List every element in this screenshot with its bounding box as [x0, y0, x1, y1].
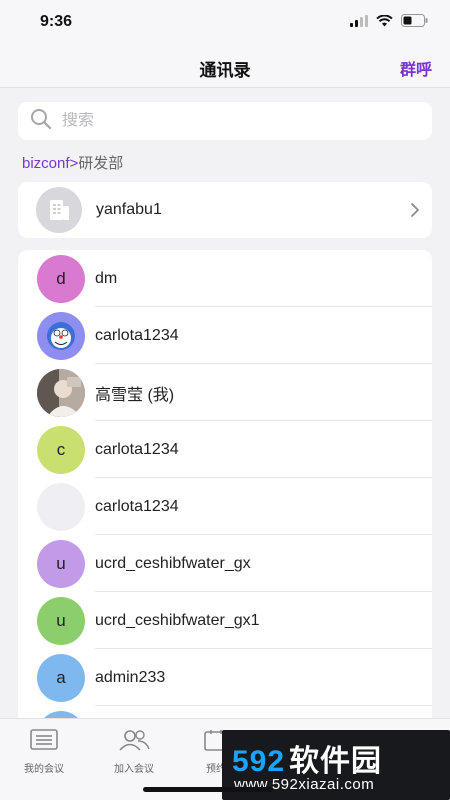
contact-row[interactable]: c carlota1234 — [18, 421, 432, 478]
breadcrumb-separator: > — [69, 155, 79, 172]
contact-name: carlota1234 — [95, 497, 179, 515]
search-icon — [30, 108, 52, 135]
watermark-brand-cn: 软件园 — [289, 745, 383, 778]
contact-row[interactable]: 高雪莹 (我) — [18, 364, 432, 421]
avatar: a — [37, 653, 85, 702]
signal-icon — [350, 14, 368, 32]
wifi-icon — [376, 14, 393, 32]
cartoon-avatar-icon — [47, 321, 75, 350]
meeting-list-icon — [30, 729, 58, 755]
tab-label: 加入会议 — [114, 764, 154, 775]
department-name: yanfabu1 — [96, 201, 162, 218]
avatar: c — [37, 425, 85, 474]
avatar — [37, 482, 85, 531]
contact-row[interactable]: d dm — [18, 250, 432, 307]
tab-join-meeting[interactable]: 加入会议 — [94, 729, 174, 775]
contact-name: ucrd_ceshibfwater_gx1 — [95, 611, 260, 629]
contact-name: admin233 — [95, 668, 166, 686]
contact-row[interactable]: u ucrd_ceshibfwater_gx1 — [18, 592, 432, 649]
chevron-right-icon — [410, 202, 420, 223]
photo-avatar-icon — [37, 368, 85, 417]
search-bar[interactable] — [18, 102, 432, 140]
watermark-number: 592 — [232, 745, 286, 778]
avatar — [37, 368, 85, 417]
breadcrumb: bizconf>研发部 — [22, 152, 123, 173]
contact-row[interactable]: carlota1234 — [18, 478, 432, 535]
contact-row[interactable]: a admin233 — [18, 649, 432, 706]
search-input[interactable] — [62, 112, 402, 130]
avatar: d — [37, 254, 85, 303]
join-meeting-icon — [118, 730, 150, 755]
contact-name: carlota1234 — [95, 440, 179, 458]
contact-name: carlota1234 — [95, 326, 179, 344]
tab-my-meetings[interactable]: 我的会议 — [4, 729, 84, 775]
breadcrumb-root[interactable]: bizconf> — [22, 155, 78, 172]
contact-row[interactable]: carlota1234 — [18, 307, 432, 364]
status-icons — [350, 14, 428, 32]
breadcrumb-root-label: bizconf — [22, 155, 70, 172]
contact-name: 高雪莹 (我) — [95, 386, 175, 404]
battery-icon — [401, 14, 428, 32]
contact-list: d dm carlota1234 高雪莹 (我) c carlota1234 c… — [18, 250, 432, 730]
contact-name: ucrd_ceshibfwater_gx — [95, 554, 251, 572]
avatar: u — [37, 596, 85, 645]
building-icon — [36, 187, 82, 233]
avatar — [37, 311, 85, 360]
nav-bar: 通讯录 群呼 — [0, 44, 450, 88]
breadcrumb-current: 研发部 — [78, 155, 124, 172]
contact-row[interactable]: u ucrd_ceshibfwater_gx — [18, 535, 432, 592]
status-bar: 9:36 — [0, 0, 450, 44]
avatar: u — [37, 539, 85, 588]
watermark-brand: 592 软件园 — [232, 736, 382, 780]
department-row[interactable]: yanfabu1 — [18, 182, 432, 238]
group-call-button[interactable]: 群呼 — [400, 56, 432, 80]
contact-name: dm — [95, 269, 118, 287]
tab-label: 我的会议 — [24, 764, 64, 775]
status-time: 9:36 — [40, 13, 73, 30]
home-indicator — [143, 787, 273, 792]
page-title: 通讯录 — [199, 61, 251, 80]
